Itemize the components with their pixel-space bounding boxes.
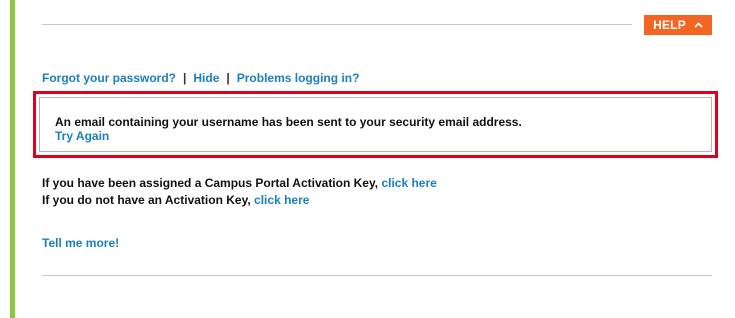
link-separator: | [226,71,230,85]
problems-logging-in-link[interactable]: Problems logging in? [237,71,360,85]
no-activation-key-line: If you do not have an Activation Key, cl… [42,193,309,207]
alert-inner-panel: An email containing your username has be… [39,97,712,152]
tell-me-more-link[interactable]: Tell me more! [42,236,119,250]
bottom-divider [42,275,712,276]
activation-key-click-here-link[interactable]: click here [381,176,436,190]
alert-message: An email containing your username has be… [55,115,522,129]
chevron-up-icon [694,22,703,28]
forgot-password-link[interactable]: Forgot your password? [42,71,176,85]
try-again-link[interactable]: Try Again [55,129,109,143]
alert-box: An email containing your username has be… [33,91,718,158]
top-divider [42,24,632,25]
login-help-links: Forgot your password? | Hide | Problems logg… [42,71,359,85]
hide-link[interactable]: Hide [193,71,219,85]
left-accent-bar [10,0,15,318]
help-toggle-button[interactable]: HELP [644,15,712,35]
activation-key-assigned-line: If you have been assigned a Campus Porta… [42,176,437,190]
help-label: HELP [653,18,686,32]
no-activation-key-click-here-link[interactable]: click here [254,193,309,207]
no-activation-key-text: If you do not have an Activation Key, [42,193,251,207]
link-separator: | [183,71,187,85]
activation-key-assigned-text: If you have been assigned a Campus Porta… [42,176,379,190]
